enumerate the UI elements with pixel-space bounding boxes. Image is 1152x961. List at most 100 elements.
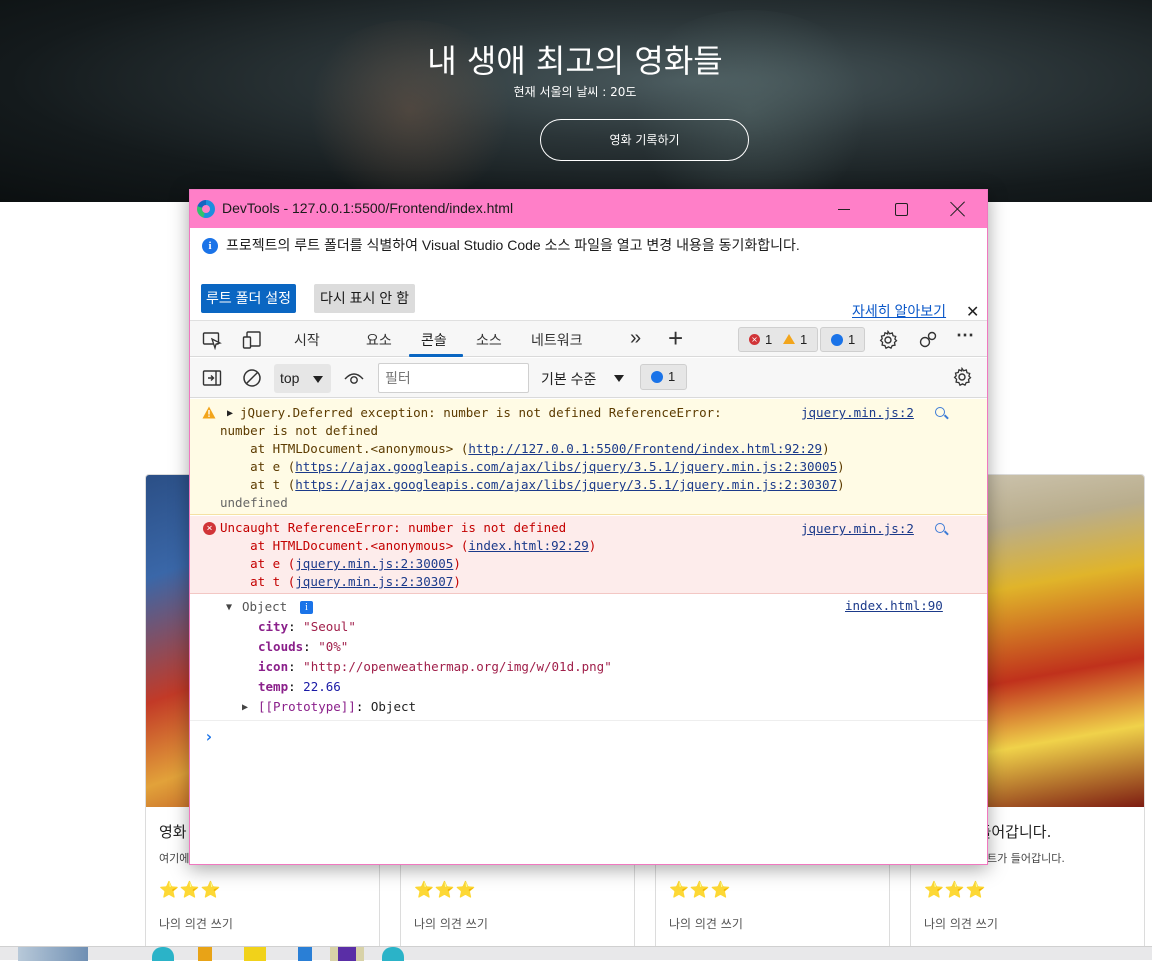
weather-text: 현재 서울의 날씨 : 20도 [513, 85, 637, 99]
learn-more-link[interactable]: 자세히 알아보기 [852, 301, 946, 321]
devtools-titlebar[interactable]: DevTools - 127.0.0.1:5500/Frontend/index… [190, 190, 987, 228]
filter-input[interactable] [378, 363, 529, 393]
taskbar-app-icon[interactable] [244, 947, 266, 961]
stack-frame-text: at e ( [220, 556, 296, 571]
stack-frame-text: at e ( [220, 459, 296, 474]
object-property: clouds: "0%" [258, 639, 349, 654]
console-prompt-icon[interactable]: › [204, 727, 214, 746]
object-property: temp: 22.66 [258, 679, 341, 694]
add-tab-icon[interactable]: + [668, 323, 683, 354]
record-movie-button[interactable]: 영화 기록하기 [540, 119, 749, 161]
stack-frame-link[interactable]: index.html:92:29 [468, 538, 588, 553]
taskbar-vscode-icon[interactable] [298, 947, 312, 961]
property-key: temp [258, 679, 289, 694]
card-comment: 나의 의견 쓰기 [414, 917, 488, 931]
console-settings-gear-icon[interactable] [952, 367, 972, 387]
more-tabs-icon[interactable]: » [630, 327, 641, 350]
stack-frame: at t (https://ajax.googleapis.com/ajax/l… [220, 476, 845, 494]
expand-triangle-icon[interactable]: ▶ [227, 405, 233, 423]
stack-frame-link[interactable]: https://ajax.googleapis.com/ajax/libs/jq… [295, 477, 837, 492]
card-description: 트가 들어갑니다. [987, 852, 1065, 865]
active-tab-indicator [409, 354, 463, 357]
warning-line: number is not defined [220, 423, 379, 438]
collapse-triangle-icon[interactable]: ▼ [226, 599, 232, 617]
maximize-icon [894, 202, 908, 216]
feedback-icon[interactable] [918, 330, 938, 350]
settings-gear-icon[interactable] [878, 330, 898, 350]
property-value: "http://openweathermap.org/img/w/01d.png… [303, 659, 612, 674]
taskbar-app-icon[interactable] [338, 947, 356, 961]
dont-show-again-button[interactable]: 다시 표시 안 함 [314, 284, 415, 313]
property-value: 22.66 [303, 679, 341, 694]
search-icon[interactable] [935, 523, 945, 533]
object-property: city: "Seoul" [258, 619, 356, 634]
expand-triangle-icon[interactable]: ▶ [242, 699, 248, 717]
message-icon [651, 371, 663, 383]
property-key: clouds [258, 639, 304, 654]
star-rating: ⭐⭐⭐ [924, 880, 987, 899]
stack-frame-link[interactable]: https://ajax.googleapis.com/ajax/libs/jq… [295, 459, 837, 474]
card-title: 영화 [159, 823, 187, 841]
stack-frame-link[interactable]: jquery.min.js:2:30307 [295, 574, 453, 589]
closing-paren: ) [822, 441, 830, 456]
messages-counter[interactable]: 1 [820, 327, 865, 352]
taskbar-edge-icon[interactable] [152, 947, 174, 961]
log-level-select[interactable]: 기본 수준 [541, 369, 596, 389]
infobar-message: 프로젝트의 루트 폴더를 식별하여 Visual Studio Code 소스 … [226, 237, 800, 253]
sidebar-toggle-icon[interactable] [202, 368, 222, 388]
stack-frame-text: at HTMLDocument.<anonymous> ( [220, 538, 469, 553]
property-key: [[Prototype]] [258, 699, 356, 714]
taskbar-folder-icon[interactable] [198, 947, 212, 961]
stack-frame-link[interactable]: http://127.0.0.1:5500/Frontend/index.htm… [468, 441, 822, 456]
tab-console[interactable]: 콘솔 [421, 330, 447, 350]
infobar-close-icon[interactable]: ✕ [966, 302, 979, 321]
source-link[interactable]: jquery.min.js:2 [801, 521, 914, 536]
taskbar-weather-icon[interactable] [18, 947, 88, 961]
tab-sources[interactable]: 소스 [476, 330, 502, 350]
stack-frame-text: at HTMLDocument.<anonymous> ( [220, 441, 469, 456]
source-link[interactable]: index.html:90 [845, 598, 943, 613]
close-window-button[interactable] [930, 190, 986, 228]
console-error-message[interactable]: × Uncaught ReferenceError: number is not… [190, 516, 987, 594]
clear-console-icon[interactable] [242, 368, 262, 388]
tab-elements[interactable]: 요소 [366, 330, 392, 350]
property-value: "0%" [318, 639, 349, 654]
context-value: top [280, 370, 300, 386]
tab-network[interactable]: 네트워크 [531, 330, 583, 350]
console-output[interactable]: ▶ jQuery.Deferred exception: number is n… [190, 399, 987, 864]
warning-line: jQuery.Deferred exception: number is not… [240, 405, 722, 420]
closing-paren: ) [453, 556, 461, 571]
info-icon[interactable]: i [300, 601, 313, 614]
object-property: [[Prototype]]: Object [258, 699, 417, 714]
stack-frame: at e (jquery.min.js:2:30005) [220, 555, 461, 573]
error-icon: × [749, 334, 760, 345]
more-options-icon[interactable]: ⋯ [956, 325, 974, 346]
closing-paren: ) [453, 574, 461, 589]
source-link[interactable]: jquery.min.js:2 [801, 405, 914, 420]
console-warning-message[interactable]: ▶ jQuery.Deferred exception: number is n… [190, 399, 987, 515]
issues-counter[interactable]: × 1 1 [738, 327, 818, 352]
close-icon [950, 201, 966, 217]
minimize-button[interactable] [816, 190, 872, 228]
device-emulation-icon[interactable] [242, 330, 262, 350]
property-key: icon [258, 659, 289, 674]
maximize-button[interactable] [873, 190, 929, 228]
stack-frame-link[interactable]: jquery.min.js:2:30005 [295, 556, 453, 571]
taskbar-edge-icon[interactable] [382, 947, 404, 961]
console-log-message[interactable]: ▼ Object i city: "Seoul" clouds: "0%" ic… [190, 595, 987, 721]
chevron-down-icon[interactable] [614, 375, 624, 382]
object-label[interactable]: Object [242, 598, 287, 616]
minimize-icon [838, 208, 850, 210]
message-icon [831, 334, 843, 346]
console-toolbar: top 기본 수준 1 [190, 358, 987, 398]
stack-frame: at t (jquery.min.js:2:30307) [220, 573, 461, 591]
search-icon[interactable] [935, 407, 945, 417]
message-count-badge[interactable]: 1 [640, 364, 687, 390]
live-expression-eye-icon[interactable] [343, 368, 365, 388]
context-select[interactable]: top [274, 364, 331, 393]
tab-welcome[interactable]: 시작 [294, 330, 320, 350]
stack-frame-text: at t ( [220, 477, 296, 492]
page-title: 내 생애 최고의 영화들 [427, 42, 723, 80]
set-root-folder-button[interactable]: 루트 폴더 설정 [201, 284, 297, 313]
inspect-element-icon[interactable] [202, 330, 222, 350]
